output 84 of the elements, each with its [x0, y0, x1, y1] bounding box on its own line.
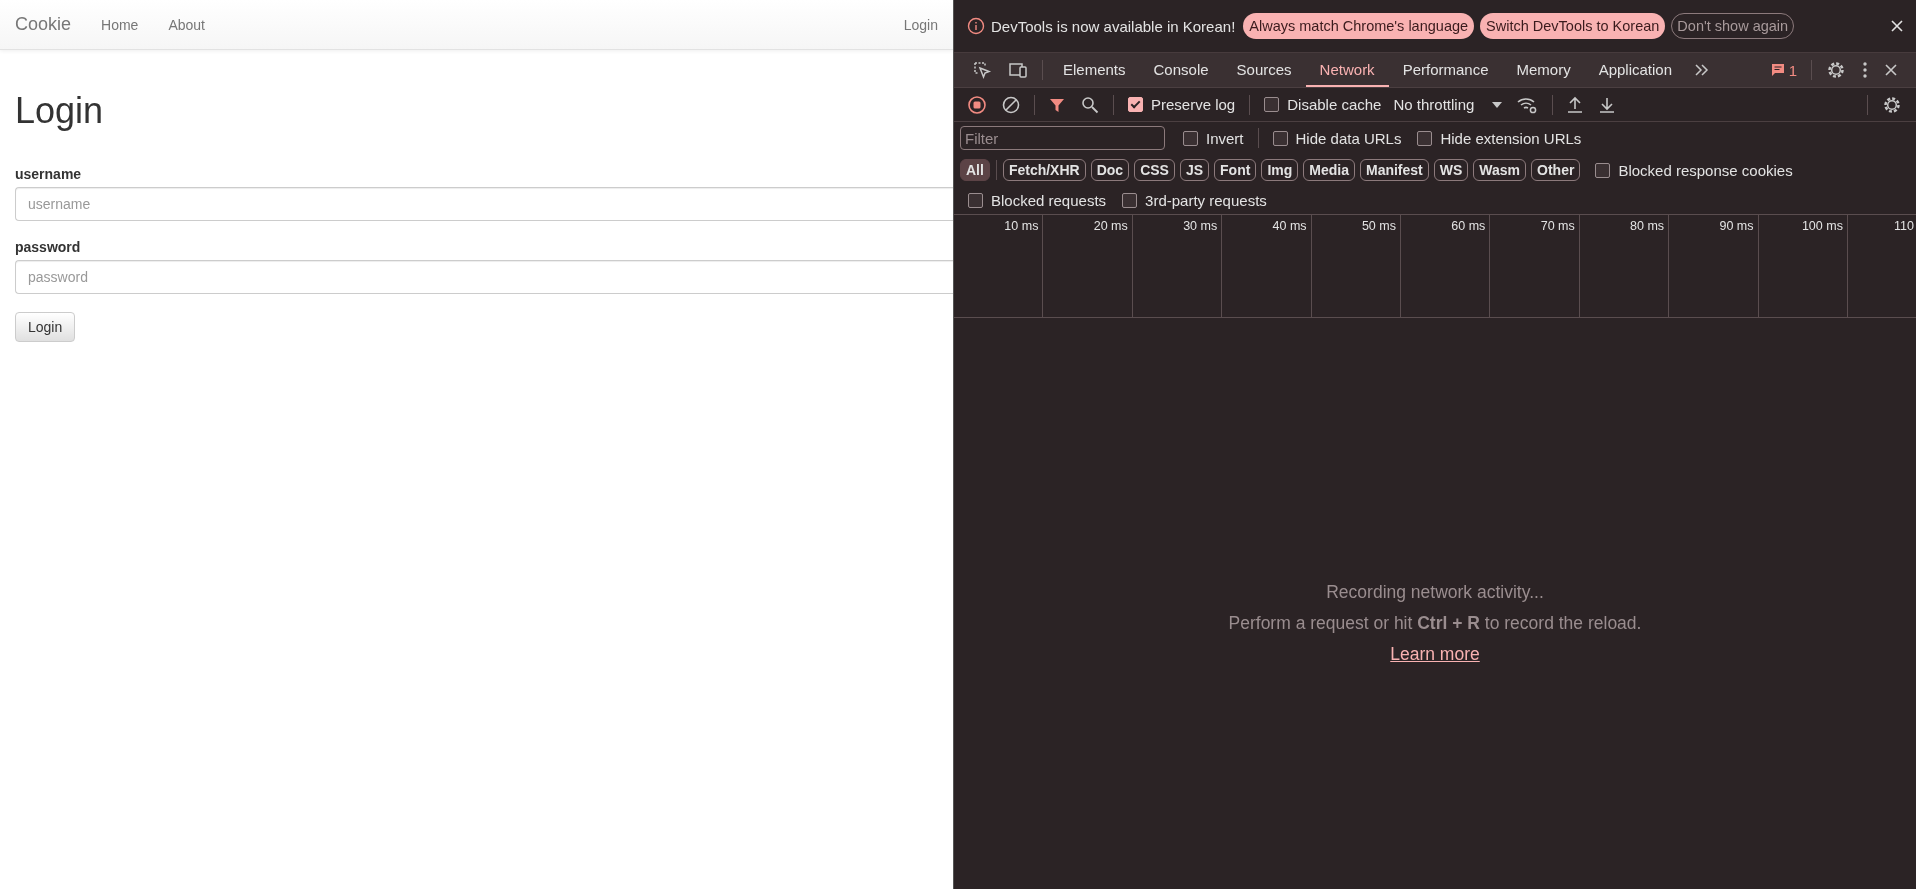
- checkbox[interactable]: [968, 192, 983, 208]
- nav-link[interactable]: About: [168, 16, 205, 33]
- devtools-tab[interactable]: Memory: [1502, 53, 1585, 87]
- throttling-dropdown[interactable]: No throttling: [1393, 96, 1503, 113]
- infobar-button[interactable]: Switch DevTools to Korean: [1480, 13, 1666, 39]
- input-field[interactable]: username: [15, 187, 953, 221]
- devtools-tab[interactable]: Performance: [1388, 53, 1503, 87]
- time-tick-label: 50 ms: [1361, 219, 1396, 233]
- settings-icon[interactable]: [1882, 94, 1902, 115]
- checkbox-label: Invert: [1206, 129, 1244, 147]
- field-label: password: [15, 239, 82, 255]
- type-filter-button[interactable]: All: [960, 159, 990, 181]
- network-conditions-icon[interactable]: [1516, 95, 1539, 114]
- filter-field[interactable]: Filter: [960, 126, 1165, 150]
- close-icon[interactable]: [1890, 19, 1904, 33]
- devtools-tab[interactable]: Network: [1305, 53, 1389, 87]
- info-icon: [967, 17, 985, 35]
- stop-recording-icon[interactable]: [968, 95, 986, 114]
- infobar-button[interactable]: Always match Chrome's language: [1243, 13, 1475, 39]
- close-icon[interactable]: [1884, 63, 1898, 77]
- time-tick-label: 100 ms: [1801, 219, 1843, 233]
- time-tick-label: 30 ms: [1183, 219, 1218, 233]
- checkbox-label: Blocked requests: [991, 191, 1107, 209]
- type-filter-button[interactable]: Img: [1261, 159, 1299, 181]
- checkbox-label: Preserve log: [1151, 96, 1236, 113]
- page-heading: Login: [15, 90, 105, 132]
- brand-link[interactable]: Cookie: [15, 14, 72, 35]
- time-tick-label: 10 ms: [1004, 219, 1039, 233]
- time-tick-label: 40 ms: [1272, 219, 1307, 233]
- checkbox-label: Hide extension URLs: [1440, 129, 1582, 147]
- field-label: username: [15, 166, 83, 182]
- issues-count: 1: [1788, 61, 1797, 79]
- download-icon[interactable]: [1599, 95, 1616, 114]
- empty-state-hint: Perform a request or hit Ctrl + R to record the reload.: [1228, 613, 1642, 634]
- type-filter-button[interactable]: Fetch/XHR: [1002, 159, 1086, 181]
- checkbox[interactable]: [1128, 97, 1143, 112]
- more-tabs-icon[interactable]: [1694, 62, 1711, 78]
- inspect-icon[interactable]: [972, 60, 992, 80]
- type-filter-button[interactable]: WS: [1433, 159, 1469, 181]
- type-filter-button[interactable]: Other: [1531, 159, 1581, 181]
- search-icon[interactable]: [1081, 95, 1099, 114]
- devtools-tab[interactable]: Sources: [1222, 53, 1306, 87]
- devtools-tab[interactable]: Elements: [1049, 53, 1140, 87]
- caret-icon: [1492, 101, 1503, 108]
- type-filter-button[interactable]: Font: [1214, 159, 1257, 181]
- checkbox[interactable]: [1183, 130, 1198, 146]
- filter-icon[interactable]: [1049, 96, 1065, 113]
- type-filter-button[interactable]: Media: [1303, 159, 1355, 181]
- settings-icon[interactable]: [1826, 60, 1846, 80]
- issues-counter[interactable]: 1: [1770, 61, 1797, 79]
- checkbox[interactable]: [1417, 130, 1433, 146]
- time-tick-label: 20 ms: [1093, 219, 1128, 233]
- empty-state-title: Recording network activity...: [1326, 582, 1544, 603]
- time-tick-label: 110: [1894, 219, 1914, 233]
- time-tick-label: 80 ms: [1630, 219, 1665, 233]
- time-tick-label: 70 ms: [1540, 219, 1575, 233]
- type-filter-button[interactable]: CSS: [1134, 159, 1175, 181]
- type-filter-button[interactable]: JS: [1179, 159, 1210, 181]
- upload-icon[interactable]: [1567, 95, 1584, 114]
- checkbox[interactable]: [1272, 130, 1288, 146]
- clear-icon[interactable]: [1002, 95, 1020, 114]
- nav-link[interactable]: Login: [903, 16, 938, 33]
- checkbox[interactable]: [1595, 162, 1611, 178]
- devtools-tab[interactable]: Application: [1584, 53, 1687, 87]
- infobar-message: DevTools is now available in Korean!: [991, 17, 1236, 35]
- checkbox-label: Blocked response cookies: [1618, 161, 1793, 179]
- learn-more-link[interactable]: Learn more: [1390, 644, 1480, 665]
- checkbox-label: Disable cache: [1287, 96, 1382, 113]
- checkbox[interactable]: [1122, 192, 1138, 208]
- type-filter-button[interactable]: Wasm: [1473, 159, 1527, 181]
- input-field[interactable]: password: [15, 260, 953, 294]
- checkbox-label: 3rd-party requests: [1145, 191, 1267, 209]
- nav-link[interactable]: Home: [101, 16, 139, 33]
- time-tick-label: 60 ms: [1451, 219, 1486, 233]
- checkbox[interactable]: [1264, 97, 1280, 112]
- message-icon: [1770, 63, 1785, 77]
- type-filter-button[interactable]: Manifest: [1359, 159, 1429, 181]
- login-button[interactable]: Login: [15, 312, 76, 342]
- more-options-icon[interactable]: [1862, 61, 1868, 79]
- time-tick-label: 90 ms: [1719, 219, 1754, 233]
- type-filter-button[interactable]: Doc: [1090, 159, 1130, 181]
- device-toolbar-icon[interactable]: [1008, 60, 1028, 80]
- devtools-tab[interactable]: Console: [1139, 53, 1223, 87]
- checkbox-label: Hide data URLs: [1295, 129, 1402, 147]
